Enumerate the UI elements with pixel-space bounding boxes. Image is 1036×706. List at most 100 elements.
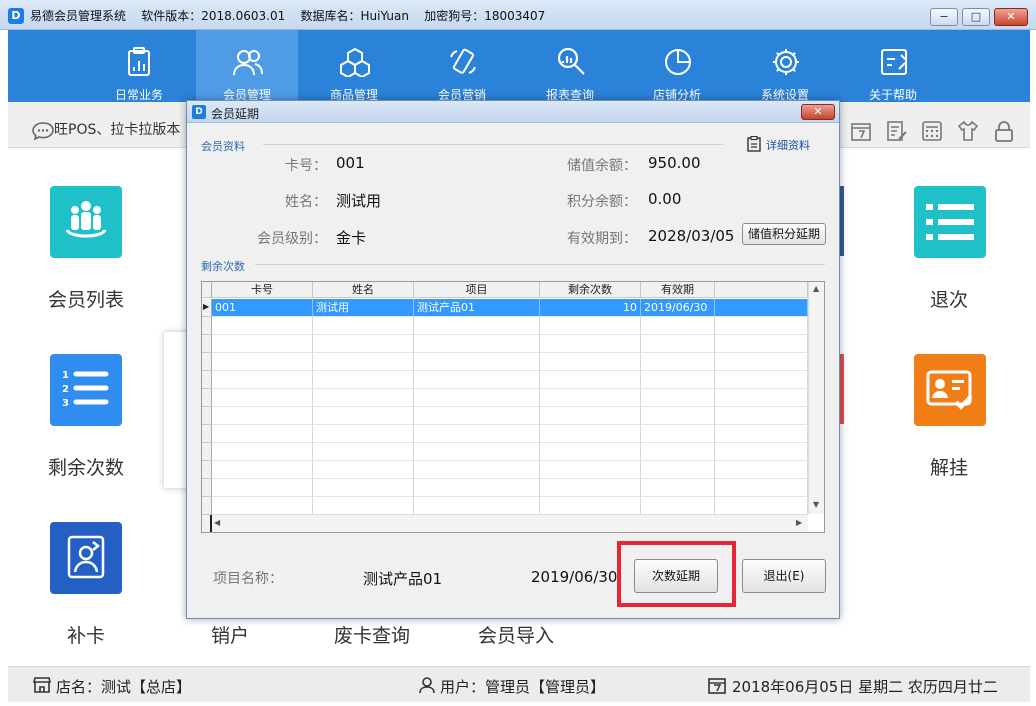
table-row[interactable]: 001 测试用 测试产品01 10 2019/06/30 [212,299,808,317]
row-header [202,443,212,461]
dialog-close-button[interactable]: ✕ [801,104,835,120]
column-header-name[interactable]: 姓名 [313,282,414,298]
empty-cell [715,479,808,497]
member-list-tile[interactable] [50,186,122,258]
remaining-times-tile[interactable]: 1 2 3 [50,354,122,426]
empty-cell [715,443,808,461]
empty-cell [313,353,414,371]
cancel-card-label[interactable]: 销户 [170,621,290,648]
member-extension-dialog: D 会员延期 ✕ 会员资料 详细资料 卡号： 001 姓名： 测试用 会员级别：… [186,100,840,619]
empty-cell [540,497,641,515]
column-header-item[interactable]: 项目 [414,282,540,298]
horizontal-scrollbar[interactable]: ◀ ▶ [212,514,808,532]
nav-member-marketing[interactable]: 会员营销 [411,30,513,102]
card-number-label: 卡号： [285,158,327,174]
pie-icon [665,49,691,75]
highlight-box [617,541,736,607]
detail-info-link[interactable]: 详细资料 [766,137,810,153]
empty-cell [641,443,715,461]
empty-cell [212,461,313,479]
cubes-icon [340,47,370,77]
member-list-label: 会员列表 [47,289,124,311]
calculator-icon[interactable] [921,120,943,142]
item-expiry-value: 2019/06/30 [531,568,618,586]
empty-cell [414,443,540,461]
empty-cell [540,371,641,389]
section-divider [255,264,825,265]
cell-card: 001 [212,299,313,317]
nav-member-management[interactable]: 会员管理 [196,30,298,102]
row-header [202,389,212,407]
calendar-icon[interactable] [850,120,872,142]
minimize-button[interactable]: − [930,8,958,26]
empty-cell [212,479,313,497]
reissue-card-tile[interactable] [50,522,122,594]
empty-cell [313,497,414,515]
phone-icon [450,48,476,74]
cell-item: 测试产品01 [414,299,540,317]
nav-about-help[interactable]: 关于帮助 [842,30,944,102]
search-chart-icon [557,47,585,75]
empty-cell [715,371,808,389]
refund-times-tile[interactable] [914,186,986,258]
empty-cell [414,425,540,443]
item-name-value: 测试产品01 [363,570,443,588]
group-icon [65,201,107,238]
empty-cell [540,407,641,425]
empty-cell [641,335,715,353]
members-icon [233,50,263,76]
column-header-empty [715,282,808,298]
empty-cell [414,371,540,389]
empty-cell [212,497,313,515]
column-header-card[interactable]: 卡号 [212,282,313,298]
svg-text:2: 2 [62,384,69,395]
restore-button[interactable]: □ [962,8,990,26]
empty-cell [414,461,540,479]
extend-points-button[interactable]: 储值积分延期 [742,223,826,245]
row-indicator: ▶ [202,299,212,317]
nav-daily-business[interactable]: 日常业务 [88,30,190,102]
row-header [202,479,212,497]
nav-store-analysis[interactable]: 店铺分析 [626,30,728,102]
row-header [202,317,212,335]
lock-icon[interactable] [993,120,1015,142]
empty-cell [715,317,808,335]
empty-cell [414,353,540,371]
member-level-label: 会员级别： [257,231,327,247]
empty-cell [715,335,808,353]
empty-cell [212,425,313,443]
nav-system-settings[interactable]: 系统设置 [734,30,836,102]
edit-list-icon[interactable] [886,120,908,142]
member-import-label[interactable]: 会员导入 [456,621,576,648]
nav-report-query[interactable]: 报表查询 [519,30,621,102]
exit-button[interactable]: 退出(E) [742,559,826,593]
member-level-value: 金卡 [336,229,367,247]
refund-times-label: 退次 [929,289,968,311]
vertical-scrollbar[interactable]: ▲ ▼ [808,282,824,514]
main-nav: 日常业务 会员管理 商品管理 会员营销 报表查询 店铺分析 系统设置 关于帮助 [8,30,1030,102]
close-button[interactable]: ✕ [994,8,1028,26]
column-header-remaining[interactable]: 剩余次数 [540,282,641,298]
nav-product-management[interactable]: 商品管理 [303,30,405,102]
empty-cell [540,461,641,479]
shirt-icon[interactable] [957,120,979,142]
empty-cell [641,407,715,425]
column-header-expiry[interactable]: 有效期 [641,282,715,298]
card-number-value: 001 [336,154,365,172]
unfreeze-tile[interactable] [914,354,986,426]
row-header [202,425,212,443]
empty-cell [540,425,641,443]
list-icon [926,204,974,240]
member-name-label: 姓名： [285,194,327,210]
store-name: 店名：测试【总店】 [56,678,192,696]
grid-corner [202,282,212,298]
remaining-times-grid: 卡号 姓名 项目 剩余次数 有效期 ▶ 001 测试用 测试产品01 10 20… [201,281,825,533]
empty-cell [414,407,540,425]
help-icon [881,49,907,75]
void-card-query-label[interactable]: 废卡查询 [312,621,432,648]
empty-cell [540,317,641,335]
empty-cell [715,461,808,479]
row-header [202,497,212,515]
expiry-label: 有效期到： [567,231,637,247]
numbered-list-icon: 1 2 3 [62,370,109,409]
